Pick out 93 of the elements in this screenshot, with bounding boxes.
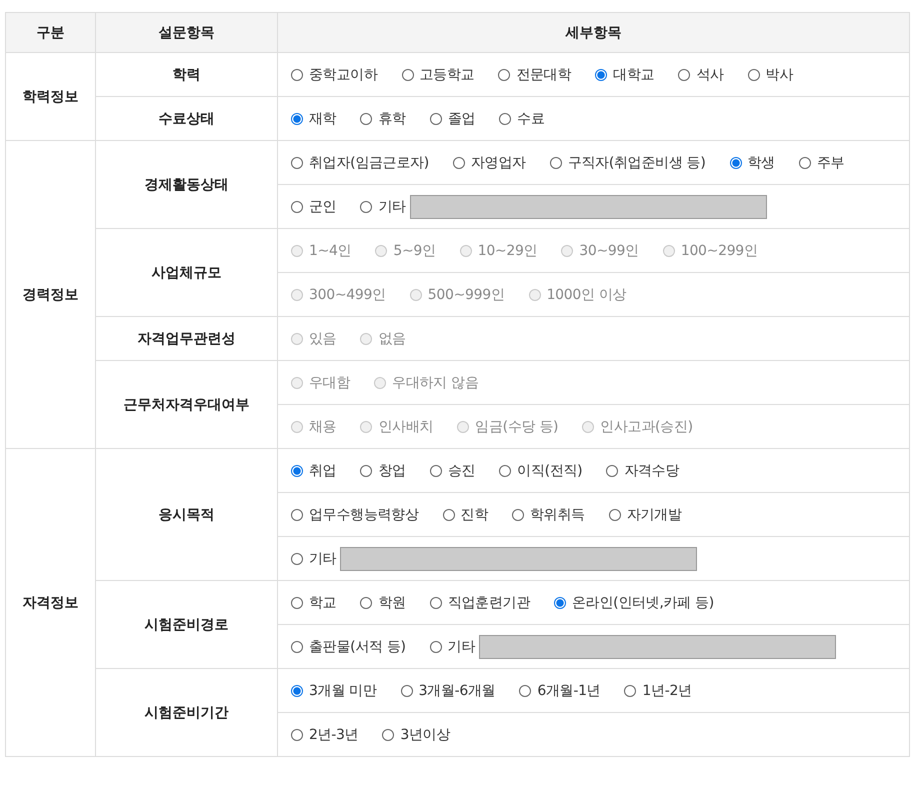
section-label: 자격정보 [6, 448, 96, 756]
radio-button[interactable] [430, 640, 442, 652]
radio-option[interactable]: 주부 [798, 154, 844, 172]
radio-option[interactable]: 3개월 미만 [291, 682, 377, 700]
radio-option[interactable]: 2년-3년 [291, 726, 358, 744]
radio-option[interactable]: 휴학 [360, 110, 406, 128]
radio-button[interactable] [291, 684, 303, 696]
section-label: 경력정보 [6, 140, 96, 448]
radio-button[interactable] [499, 464, 512, 476]
radio-button[interactable] [748, 68, 760, 80]
radio-button[interactable] [291, 200, 303, 212]
question-label: 학력 [96, 52, 278, 96]
radio-button[interactable] [499, 112, 512, 124]
radio-option[interactable]: 6개월-1년 [519, 682, 600, 700]
radio-option[interactable]: 석사 [678, 66, 724, 84]
radio-option[interactable]: 중학교이하 [291, 66, 378, 84]
radio-button[interactable] [382, 728, 394, 740]
radio-option[interactable]: 업무수행능력향상 [291, 506, 419, 524]
radio-option[interactable]: 이직(전직) [499, 462, 582, 480]
radio-option[interactable]: 학교 [291, 594, 336, 612]
radio-button[interactable] [291, 464, 303, 476]
question-label: 경제활동상태 [96, 140, 278, 228]
question-label: 수료상태 [96, 96, 278, 140]
question-label: 시험준비경로 [96, 580, 278, 668]
radio-option[interactable]: 승진 [430, 462, 476, 480]
radio-button[interactable] [678, 68, 690, 80]
radio-button[interactable] [430, 464, 442, 476]
radio-button[interactable] [360, 464, 372, 476]
radio-button[interactable] [400, 684, 413, 696]
radio-button[interactable] [360, 112, 372, 124]
radio-button[interactable] [595, 68, 608, 80]
radio-option[interactable]: 취업자(임금근로자) [291, 154, 429, 172]
radio-button[interactable] [730, 156, 742, 168]
radio-button[interactable] [402, 68, 414, 80]
radio-option[interactable]: 기타 [360, 198, 406, 216]
radio-button[interactable] [291, 112, 303, 124]
radio-option[interactable]: 수료 [499, 110, 545, 128]
radio-button[interactable] [442, 508, 455, 520]
radio-button[interactable] [798, 156, 811, 168]
radio-option[interactable]: 자격수당 [606, 462, 680, 480]
radio-button[interactable] [430, 112, 442, 124]
question-label: 근무처자격우대여부 [96, 360, 278, 448]
radio-button[interactable] [291, 596, 303, 608]
radio-button[interactable] [512, 508, 524, 520]
radio-option[interactable]: 전문대학 [498, 66, 572, 84]
radio-option[interactable]: 박사 [748, 66, 794, 84]
radio-button[interactable] [291, 508, 303, 520]
radio-button[interactable] [291, 640, 303, 652]
radio-option[interactable]: 대학교 [595, 66, 654, 84]
radio-button[interactable] [291, 156, 303, 168]
radio-option[interactable]: 구직자(취업준비생 등) [550, 154, 706, 172]
radio-option[interactable]: 직업훈련기관 [430, 594, 530, 612]
radio-option[interactable]: 자기개발 [608, 506, 682, 524]
radio-option[interactable]: 기타 [430, 638, 476, 656]
question-label: 사업체규모 [96, 228, 278, 316]
section-label: 학력정보 [6, 52, 96, 140]
radio-option[interactable]: 취업 [291, 462, 336, 480]
radio-option[interactable]: 군인 [291, 198, 336, 216]
radio-button[interactable] [498, 68, 510, 80]
radio-button[interactable] [519, 684, 532, 696]
radio-option[interactable]: 학위취득 [512, 506, 585, 524]
question-label: 시험준비기간 [96, 668, 278, 756]
column-header: 구분 [6, 12, 96, 52]
radio-button[interactable] [550, 156, 562, 168]
radio-option[interactable]: 창업 [360, 462, 406, 480]
column-header: 세부항목 [278, 12, 910, 52]
question-label: 자격업무관련성 [96, 316, 278, 360]
radio-option[interactable]: 졸업 [430, 110, 476, 128]
radio-option[interactable]: 학생 [730, 154, 775, 172]
radio-option[interactable]: 진학 [442, 506, 488, 524]
radio-button[interactable] [360, 200, 372, 212]
radio-option[interactable]: 3년이상 [382, 726, 450, 744]
radio-button[interactable] [291, 552, 303, 564]
radio-button[interactable] [360, 596, 372, 608]
radio-option[interactable]: 온라인(인터넷,카페 등) [554, 594, 714, 612]
radio-button[interactable] [608, 508, 621, 520]
radio-button[interactable] [554, 596, 566, 608]
radio-button[interactable] [606, 464, 618, 476]
radio-button[interactable] [430, 596, 442, 608]
radio-option[interactable]: 고등학교 [402, 66, 474, 84]
question-label: 응시목적 [96, 448, 278, 580]
radio-option[interactable]: 1년-2년 [624, 682, 692, 700]
radio-option[interactable]: 학원 [360, 594, 406, 612]
radio-button[interactable] [291, 728, 303, 740]
radio-option[interactable]: 출판물(서적 등) [291, 638, 406, 656]
radio-button[interactable] [291, 68, 303, 80]
radio-button[interactable] [624, 684, 636, 696]
radio-option[interactable]: 3개월-6개월 [400, 682, 496, 700]
radio-option[interactable]: 재학 [291, 110, 336, 128]
radio-option[interactable]: 기타 [291, 550, 336, 568]
column-header: 설문항목 [96, 12, 278, 52]
radio-option[interactable]: 자영업자 [452, 154, 526, 172]
radio-button[interactable] [452, 156, 465, 168]
